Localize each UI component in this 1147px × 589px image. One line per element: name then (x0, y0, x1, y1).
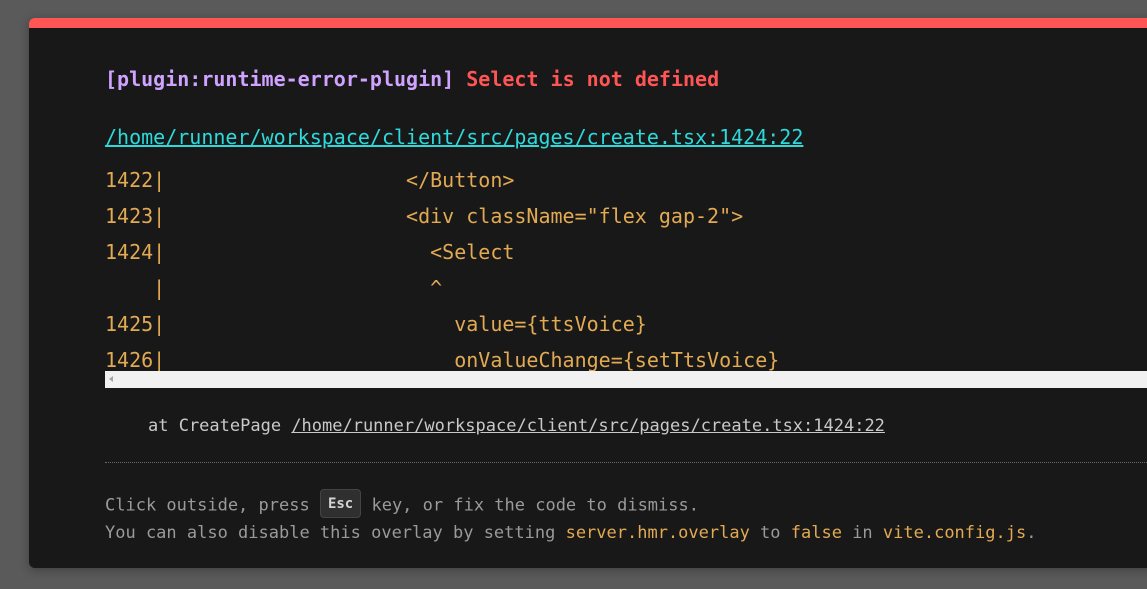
false-value: false (790, 523, 842, 543)
hmr-overlay-setting: server.hmr.overlay (565, 523, 750, 543)
code-frame-line: 1423| <div className="flex gap-2"> (105, 204, 744, 228)
esc-key: Esc (319, 489, 362, 518)
disable-overlay-tip: You can also disable this overlay by set… (105, 525, 1036, 542)
divider (105, 462, 1147, 463)
stack-prefix: at CreatePage (148, 416, 292, 436)
tip-text-before: Click outside, press (105, 495, 320, 516)
config-file-name: vite.config.js (882, 523, 1027, 543)
tip2-text-before: You can also disable this overlay by set… (105, 523, 566, 543)
scroll-left-arrow-icon[interactable] (109, 376, 113, 382)
horizontal-scrollbar[interactable] (105, 371, 1147, 388)
error-overlay-window: [plugin:runtime-error-plugin] Select is … (29, 18, 1147, 568)
code-frame-line: 1424| <Select (105, 240, 515, 264)
tip-text-after: key, or fix the code to dismiss. (361, 495, 699, 516)
error-message-text: Select is not defined (466, 67, 720, 91)
error-message: [plugin:runtime-error-plugin] Select is … (105, 69, 719, 89)
code-frame-line: 1425| value={ttsVoice} (105, 312, 647, 336)
code-frame-caret-line: | ^ (105, 276, 443, 300)
error-file-link[interactable]: /home/runner/workspace/client/src/pages/… (105, 127, 803, 147)
dismiss-tip: Click outside, press Esc key, or fix the… (105, 489, 699, 520)
tip2-text-end: . (1026, 523, 1037, 543)
tip2-text-mid1: to (749, 523, 791, 543)
stack-file-link[interactable]: /home/runner/workspace/client/src/pages/… (291, 416, 885, 436)
tip2-text-mid2: in (841, 523, 883, 543)
plugin-name: [plugin:runtime-error-plugin] (105, 67, 455, 91)
code-frame-line: 1422| </Button> (105, 168, 515, 192)
code-frame: 1422| </Button> 1423| <div className="fl… (105, 162, 1147, 378)
stack-trace: at CreatePage /home/runner/workspace/cli… (148, 418, 885, 435)
